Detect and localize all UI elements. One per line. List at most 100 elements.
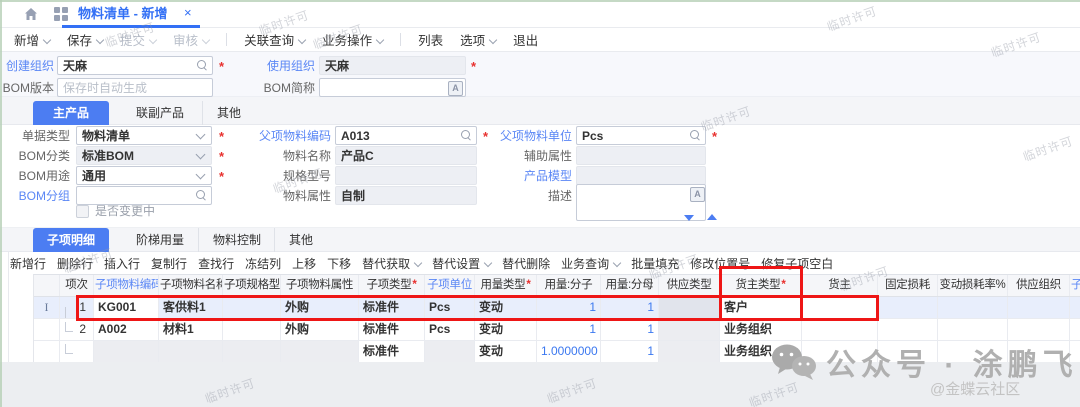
grid-toolbar-button-冻结列[interactable]: 冻结列 — [245, 255, 281, 272]
multilang-icon[interactable]: A — [690, 187, 705, 202]
parent-unit-label[interactable]: 父项物料单位 — [488, 127, 572, 146]
bom-usage-select[interactable] — [76, 166, 212, 185]
apps-grid-icon[interactable] — [54, 7, 68, 21]
grid-toolbar-button-替代获取[interactable]: 替代获取 — [362, 255, 421, 272]
toolbar-button-关联查询[interactable]: 关联查询 — [244, 30, 305, 49]
bom-version-input[interactable] — [57, 78, 213, 97]
row-select-cell[interactable] — [34, 319, 60, 340]
grid-cell-供应组织[interactable] — [1008, 297, 1070, 318]
parent-unit-input[interactable] — [576, 126, 706, 145]
grid-cell-子项物料属性[interactable]: 外购 — [281, 319, 359, 340]
grid-cell-子项物料编码[interactable] — [94, 341, 159, 362]
bom-group-input[interactable] — [76, 186, 212, 205]
grid-cell-供应组织[interactable] — [1008, 319, 1070, 340]
grid-cell-固定损耗[interactable] — [878, 319, 938, 340]
grid-cell-子项物料属性[interactable] — [281, 341, 359, 362]
search-icon[interactable] — [196, 190, 205, 199]
tab-阶梯用量[interactable]: 阶梯用量 — [122, 228, 198, 252]
grid-cell-固定损耗[interactable] — [878, 297, 938, 318]
search-icon[interactable] — [690, 130, 699, 139]
grid-toolbar-button-修改位置号[interactable]: 修改位置号 — [690, 255, 750, 272]
grid-cell-项次[interactable]: 1 — [60, 297, 94, 318]
bom-shortname-input[interactable] — [319, 78, 466, 97]
grid-toolbar-button-替代删除[interactable]: 替代删除 — [502, 255, 550, 272]
toolbar-button-保存[interactable]: 保存 — [67, 30, 103, 49]
toolbar-button-业务操作[interactable]: 业务操作 — [322, 30, 383, 49]
grid-cell-项次[interactable]: 2 — [60, 319, 94, 340]
grid-cell-用量:分母[interactable]: 1 — [601, 341, 659, 362]
grid-cell-子项物料名称[interactable]: 客供料1 — [159, 297, 223, 318]
grid-toolbar-button-新增行[interactable]: 新增行 — [10, 255, 46, 272]
grid-cell-用量:分母[interactable]: 1 — [601, 319, 659, 340]
grid-cell-用量:分子[interactable]: 1.0000000 — [537, 341, 601, 362]
expand-panel-icon[interactable] — [707, 214, 717, 220]
grid-cell-子项单位[interactable]: Pcs — [425, 297, 475, 318]
tab-主产品[interactable]: 主产品 — [33, 101, 109, 125]
grid-cell-用量:分母[interactable]: 1 — [601, 297, 659, 318]
toolbar-button-审核[interactable]: 审核 — [173, 30, 209, 49]
search-icon[interactable] — [197, 60, 206, 69]
grid-cell-变动损耗率%[interactable] — [938, 297, 1008, 318]
grid-cell-子项物料编码[interactable]: A002 — [94, 319, 159, 340]
toolbar-button-新增[interactable]: 新增 — [14, 30, 50, 49]
grid-toolbar-button-下移[interactable]: 下移 — [327, 255, 351, 272]
grid-cell-货主[interactable] — [802, 319, 878, 340]
grid-cell-子[interactable] — [1070, 319, 1080, 340]
grid-cell-货主[interactable] — [802, 297, 878, 318]
grid-cell-用量类型[interactable]: 变动 — [475, 319, 537, 340]
grid-cell-供应类型[interactable] — [659, 297, 720, 318]
grid-cell-货主类型[interactable]: 客户 — [720, 297, 802, 318]
grid-cell-子项规格型号[interactable] — [223, 341, 281, 362]
grid-cell-子项规格型号[interactable] — [223, 297, 281, 318]
collapse-panel-icon[interactable] — [684, 215, 694, 221]
tab-物料控制[interactable]: 物料控制 — [198, 228, 275, 252]
grid-cell-子项物料名称[interactable] — [159, 341, 223, 362]
parent-code-input[interactable] — [335, 126, 477, 145]
grid-cell-子项物料名称[interactable]: 材料1 — [159, 319, 223, 340]
bom-group-label[interactable]: BOM分组 — [8, 187, 70, 206]
tab-其他[interactable]: 其他 — [274, 228, 327, 252]
grid-cell-供应类型[interactable] — [659, 341, 720, 362]
grid-cell-子项类型[interactable]: 标准件 — [359, 341, 425, 362]
tab-其他[interactable]: 其他 — [202, 101, 255, 125]
grid-toolbar-button-修复子项空白[interactable]: 修复子项空白 — [761, 255, 833, 272]
row-select-cell[interactable] — [34, 341, 60, 362]
grid-cell-子[interactable] — [1070, 297, 1080, 318]
grid-cell-变动损耗率%[interactable] — [938, 319, 1008, 340]
grid-cell-子项物料属性[interactable]: 外购 — [281, 297, 359, 318]
grid-cell-子项类型[interactable]: 标准件 — [359, 297, 425, 318]
grid-toolbar-button-删除行[interactable]: 删除行 — [57, 255, 93, 272]
doc-type-select[interactable] — [76, 126, 212, 145]
grid-cell-用量:分子[interactable]: 1 — [537, 319, 601, 340]
grid-cell-子项物料编码[interactable]: KG001 — [94, 297, 159, 318]
grid-cell-子项规格型号[interactable] — [223, 319, 281, 340]
toolbar-button-退出[interactable]: 退出 — [513, 30, 538, 49]
tab-bom-new[interactable]: 物料清单 - 新增 — [78, 0, 168, 28]
grid-toolbar-button-复制行[interactable]: 复制行 — [151, 255, 187, 272]
grid-cell-子项单位[interactable] — [425, 341, 475, 362]
grid-toolbar-button-批量填充[interactable]: 批量填充 — [631, 255, 679, 272]
parent-code-label[interactable]: 父项物料编码 — [243, 127, 331, 146]
grid-toolbar-button-上移[interactable]: 上移 — [292, 255, 316, 272]
toolbar-button-提交[interactable]: 提交 — [120, 30, 156, 49]
grid-toolbar-button-查找行[interactable]: 查找行 — [198, 255, 234, 272]
grid-cell-项次[interactable] — [60, 341, 94, 362]
grid-toolbar-button-业务查询[interactable]: 业务查询 — [561, 255, 620, 272]
grid-toolbar-button-插入行[interactable]: 插入行 — [104, 255, 140, 272]
multilang-icon[interactable]: A — [448, 81, 463, 96]
use-org-input[interactable] — [319, 56, 466, 75]
grid-cell-子项类型[interactable]: 标准件 — [359, 319, 425, 340]
grid-cell-用量:分子[interactable]: 1 — [537, 297, 601, 318]
home-icon[interactable] — [24, 7, 38, 21]
row-select-cell[interactable]: I — [34, 297, 60, 318]
toolbar-button-列表[interactable]: 列表 — [418, 30, 443, 49]
grid-cell-用量类型[interactable]: 变动 — [475, 297, 537, 318]
grid-cell-子项单位[interactable]: Pcs — [425, 319, 475, 340]
create-org-input[interactable] — [57, 56, 213, 75]
toolbar-button-选项[interactable]: 选项 — [460, 30, 496, 49]
bom-category-select[interactable] — [76, 146, 212, 165]
tab-子项明细[interactable]: 子项明细 — [33, 228, 109, 252]
tab-close-icon[interactable]: × — [184, 0, 192, 28]
grid-cell-用量类型[interactable]: 变动 — [475, 341, 537, 362]
grid-cell-供应类型[interactable] — [659, 319, 720, 340]
